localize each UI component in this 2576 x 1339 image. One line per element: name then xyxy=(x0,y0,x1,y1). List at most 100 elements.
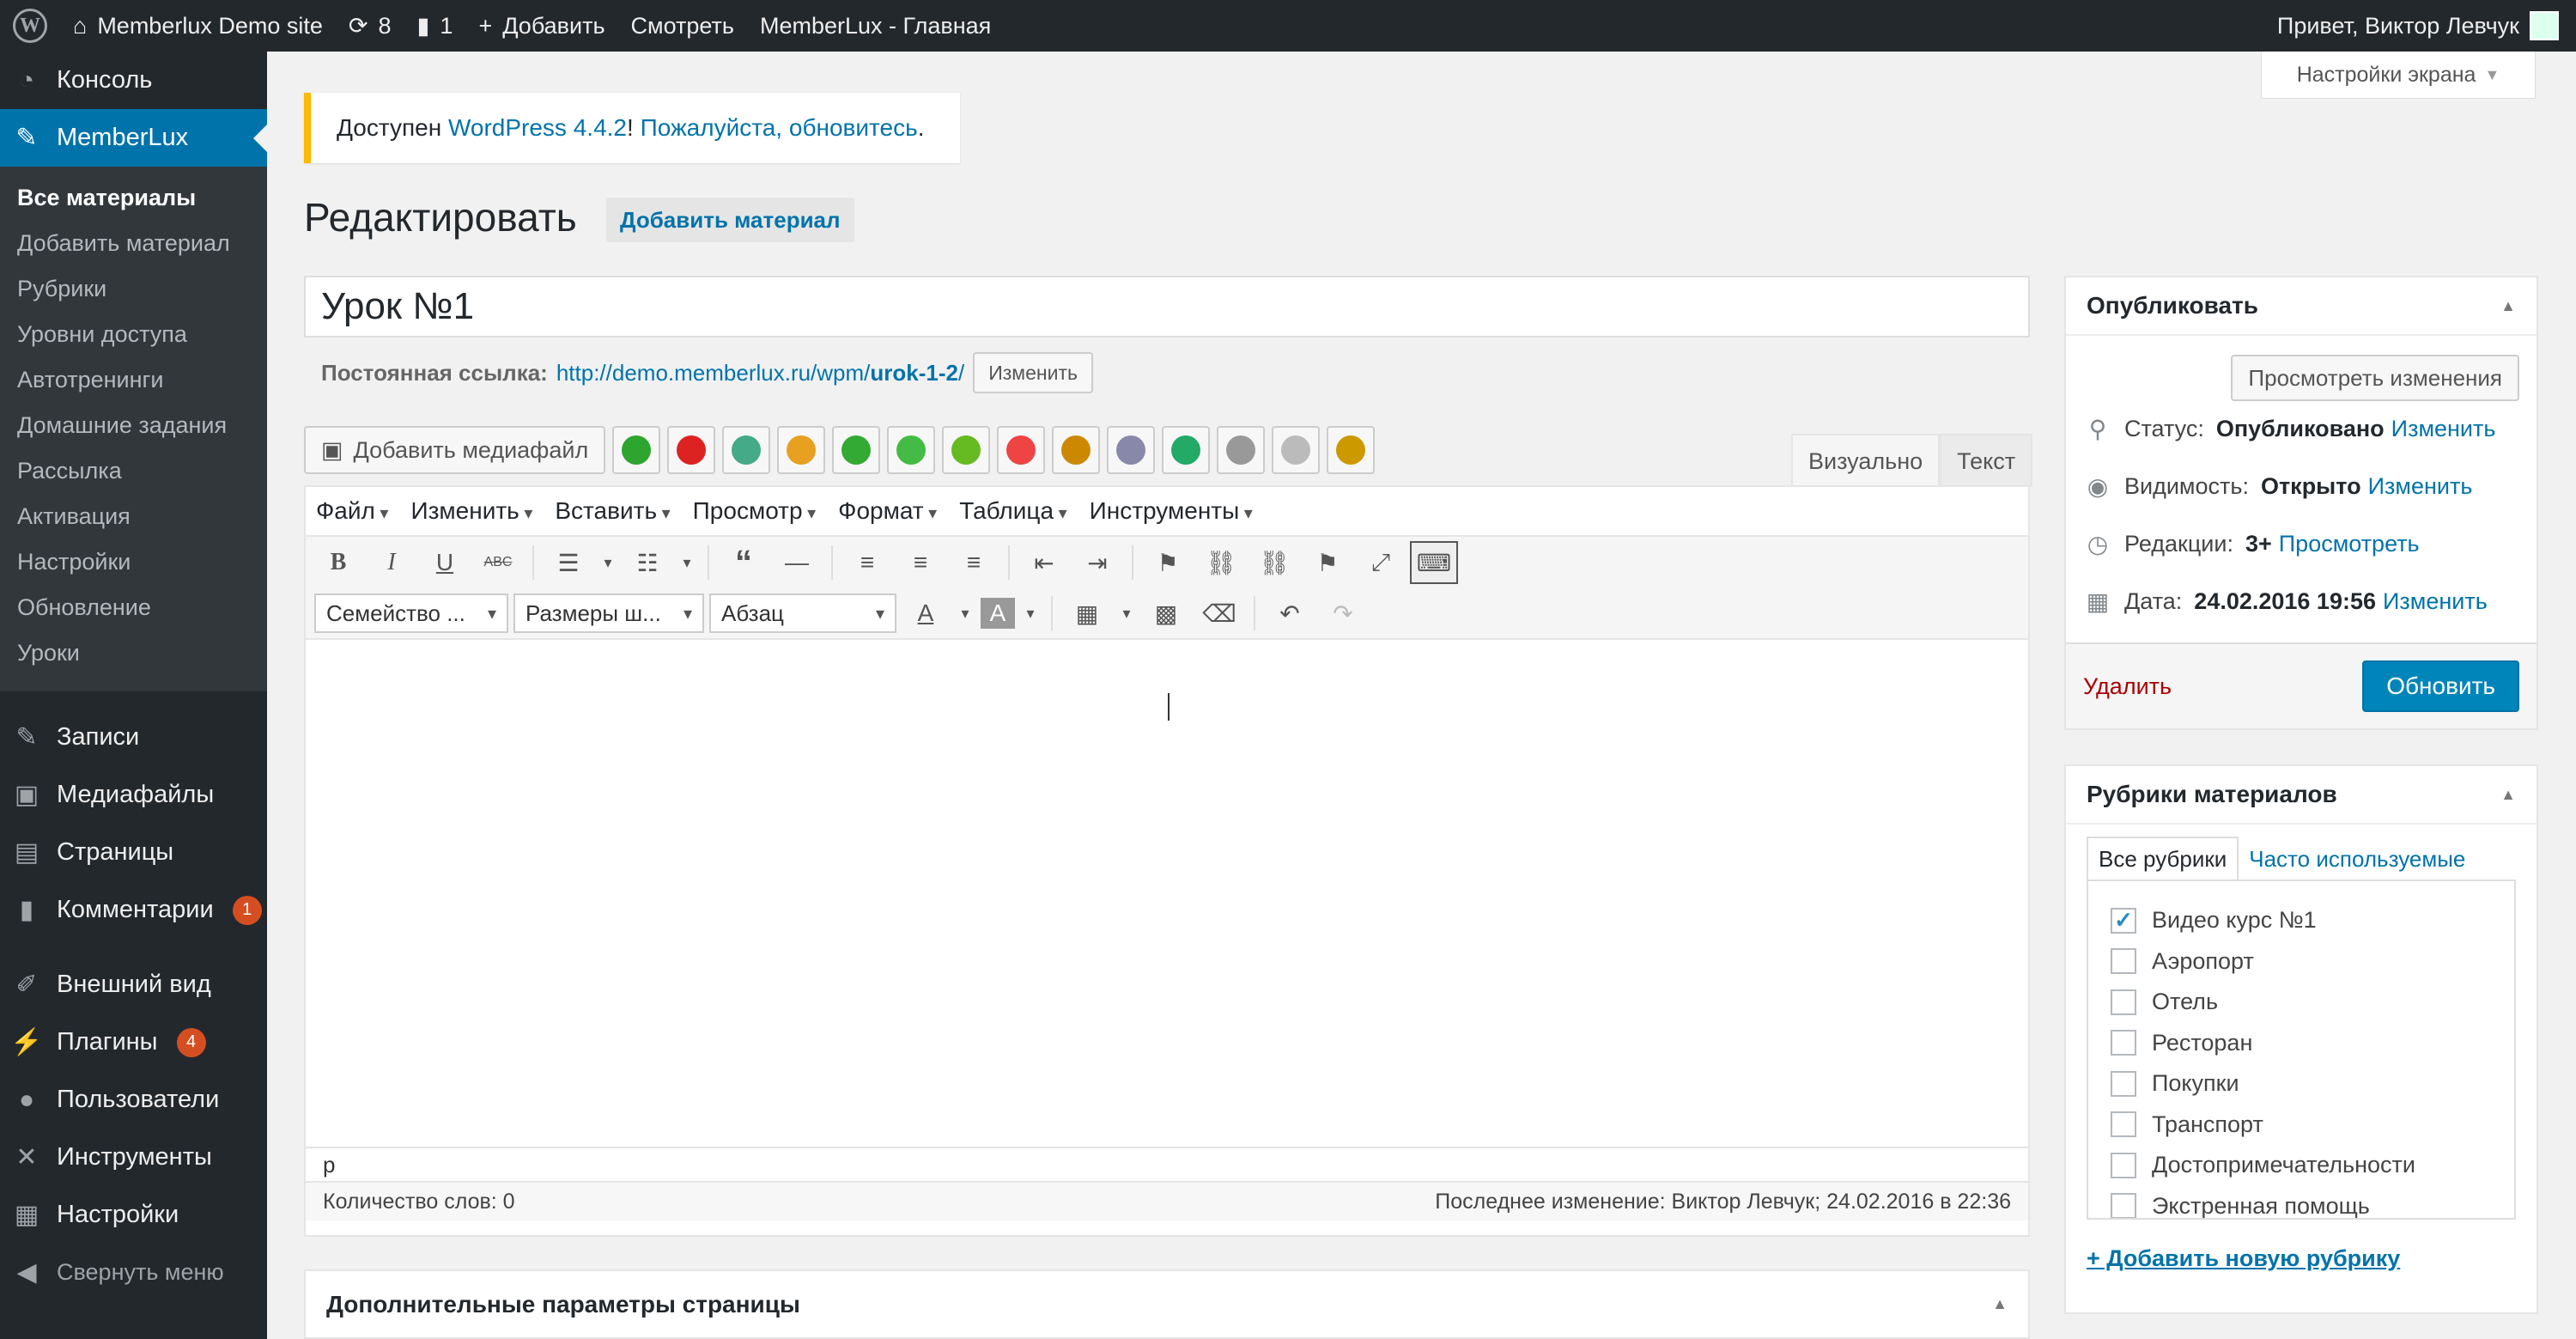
unlink-icon[interactable]: ⛓ xyxy=(1250,541,1298,584)
chevron-down-icon[interactable]: ▾ xyxy=(1116,592,1137,635)
strikethrough-icon[interactable]: ABC xyxy=(474,541,522,584)
plugin-button-dashed-box-icon[interactable] xyxy=(1272,426,1321,474)
fullscreen-icon[interactable]: ⤢ xyxy=(1357,541,1405,584)
collapse-menu-button[interactable]: ◀ Свернуть меню xyxy=(0,1244,267,1301)
category-item[interactable]: Аэропорт xyxy=(2088,941,2514,983)
plugin-button-window-icon[interactable] xyxy=(1162,426,1211,474)
keyboard-icon[interactable]: ⌨ xyxy=(1410,541,1458,584)
checkbox[interactable] xyxy=(2111,1070,2136,1097)
plugin-button-download-icon[interactable] xyxy=(942,426,991,474)
background-color-icon[interactable]: A xyxy=(981,598,1015,629)
wp-logo-menu[interactable]: W xyxy=(0,0,60,52)
menu-users[interactable]: ● Пользователи xyxy=(0,1071,267,1129)
updates-menu[interactable]: ⟳ 8 xyxy=(336,0,404,52)
menu-comments[interactable]: ▮ Комментарии 1 xyxy=(0,881,267,939)
visibility-edit-link[interactable]: Изменить xyxy=(2368,473,2473,500)
category-item[interactable]: Отель xyxy=(2088,982,2514,1023)
plugin-button-check-icon[interactable] xyxy=(887,426,936,474)
please-update-link[interactable]: Пожалуйста, обновитесь xyxy=(641,114,918,142)
plugin-button-shield-icon[interactable] xyxy=(1327,426,1376,474)
menu-settings[interactable]: ▦ Настройки xyxy=(0,1186,267,1244)
menu-posts[interactable]: ✎ Записи xyxy=(0,709,267,766)
tab-text[interactable]: Текст xyxy=(1940,434,2033,487)
chevron-down-icon[interactable]: ▾ xyxy=(677,541,697,584)
menu-tools[interactable]: Инструменты xyxy=(1090,497,1253,525)
category-item[interactable]: ✓ Видео курс №1 xyxy=(2088,900,2514,941)
submenu-access-levels[interactable]: Уровни доступа xyxy=(0,312,267,357)
redo-icon[interactable]: ↷ xyxy=(1319,592,1367,635)
indent-icon[interactable]: ⇥ xyxy=(1073,541,1121,584)
text-color-icon[interactable]: A xyxy=(902,592,950,635)
menu-file[interactable]: Файл xyxy=(316,497,388,525)
chevron-down-icon[interactable]: ▾ xyxy=(955,592,975,635)
submenu-autotrainings[interactable]: Автотренинги xyxy=(0,357,267,403)
category-item[interactable]: Достопримечательности xyxy=(2088,1145,2514,1186)
clear-format-icon[interactable]: ⌫ xyxy=(1195,592,1243,635)
submenu-add-material[interactable]: Добавить материал xyxy=(0,221,267,266)
table-icon[interactable]: ▦ xyxy=(1063,592,1111,635)
underline-icon[interactable]: U xyxy=(421,541,469,584)
plugin-button-user-card-icon[interactable] xyxy=(1107,426,1156,474)
status-edit-link[interactable]: Изменить xyxy=(2391,416,2496,442)
checkbox[interactable] xyxy=(2111,1193,2136,1218)
read-more-icon[interactable]: ⚑ xyxy=(1303,541,1352,584)
menu-insert[interactable]: Вставить xyxy=(555,497,670,525)
plugin-button-dollar-icon[interactable] xyxy=(832,426,881,474)
plugin-button-mail-icon[interactable] xyxy=(777,426,826,474)
publish-box-header[interactable]: Опубликовать ▲ xyxy=(2066,277,2537,336)
menu-pages[interactable]: ▤ Страницы xyxy=(0,824,267,881)
checkbox[interactable] xyxy=(2111,948,2136,975)
new-content-menu[interactable]: + Добавить xyxy=(465,0,617,52)
bullet-list-icon[interactable]: ☰ xyxy=(544,541,592,584)
menu-console[interactable]: ◔ Консоль xyxy=(0,52,267,109)
collapse-arrow-icon[interactable]: ▲ xyxy=(1992,1295,2008,1313)
link-icon[interactable]: ⛓ xyxy=(1197,541,1245,584)
screen-options-button[interactable]: Настройки экрана ▼ xyxy=(2261,52,2536,99)
categories-box-header[interactable]: Рубрики материалов ▲ xyxy=(2066,766,2537,825)
menu-memberlux[interactable]: ✎ MemberLux xyxy=(0,109,267,167)
plugin-button-google-icon[interactable] xyxy=(722,426,771,474)
my-account-menu[interactable]: Привет, Виктор Левчук xyxy=(2264,0,2576,52)
plugin-button-play-icon[interactable] xyxy=(612,426,661,474)
submenu-categories[interactable]: Рубрики xyxy=(0,266,267,312)
tab-visual[interactable]: Визуально xyxy=(1791,434,1941,487)
checkbox[interactable] xyxy=(2111,989,2136,1015)
plugin-button-stop-icon[interactable] xyxy=(997,426,1046,474)
numbered-list-icon[interactable]: ☷ xyxy=(623,541,671,584)
submenu-activation[interactable]: Активация xyxy=(0,494,267,539)
tab-all-categories[interactable]: Все рубрики xyxy=(2087,837,2239,881)
submenu-settings[interactable]: Настройки xyxy=(0,539,267,585)
site-name-menu[interactable]: ⌂ Memberlux Demo site xyxy=(60,0,336,52)
view-link[interactable]: Смотреть xyxy=(618,0,747,52)
align-center-icon[interactable]: ≡ xyxy=(896,541,945,584)
menu-plugins[interactable]: ⚡ Плагины 4 xyxy=(0,1013,267,1071)
menu-tools[interactable]: ✕ Инструменты xyxy=(0,1129,267,1186)
add-new-category-link[interactable]: + Добавить новую рубрику xyxy=(2087,1245,2400,1272)
chevron-down-icon[interactable]: ▾ xyxy=(1020,592,1041,635)
submenu-all-materials[interactable]: Все материалы xyxy=(0,175,267,221)
plugin-button-timer-icon[interactable] xyxy=(1217,426,1266,474)
editor-content-area[interactable] xyxy=(306,640,2028,1147)
menu-appearance[interactable]: ✐ Внешний вид xyxy=(0,956,267,1013)
bookmark-icon[interactable]: ⚑ xyxy=(1144,541,1192,584)
permalink-link[interactable]: http://demo.memberlux.ru/wpm/urok-1-2/ xyxy=(556,360,964,386)
tab-popular-categories[interactable]: Часто используемые xyxy=(2239,837,2476,881)
paste-text-icon[interactable]: ▩ xyxy=(1142,592,1190,635)
delete-link[interactable]: Удалить xyxy=(2083,673,2172,700)
plugin-button-youtube-icon[interactable] xyxy=(667,426,716,474)
submenu-lessons[interactable]: Уроки xyxy=(0,630,267,676)
menu-format[interactable]: Формат xyxy=(838,497,937,525)
permalink-edit-button[interactable]: Изменить xyxy=(973,352,1093,393)
menu-media[interactable]: ▣ Медиафайлы xyxy=(0,766,267,824)
comments-menu[interactable]: ▮ 1 xyxy=(404,0,466,52)
menu-table[interactable]: Таблица xyxy=(959,497,1066,525)
revisions-view-link[interactable]: Просмотреть xyxy=(2279,531,2420,557)
category-item[interactable]: Транспорт xyxy=(2088,1105,2514,1146)
preview-changes-button[interactable]: Просмотреть изменения xyxy=(2231,355,2519,401)
checkbox[interactable] xyxy=(2111,1111,2136,1138)
blockquote-icon[interactable]: “ xyxy=(720,541,768,584)
menu-view[interactable]: Просмотр xyxy=(693,497,816,525)
date-edit-link[interactable]: Изменить xyxy=(2383,588,2488,615)
plugin-button-badge-icon[interactable] xyxy=(1052,426,1101,474)
update-button[interactable]: Обновить xyxy=(2362,660,2519,712)
